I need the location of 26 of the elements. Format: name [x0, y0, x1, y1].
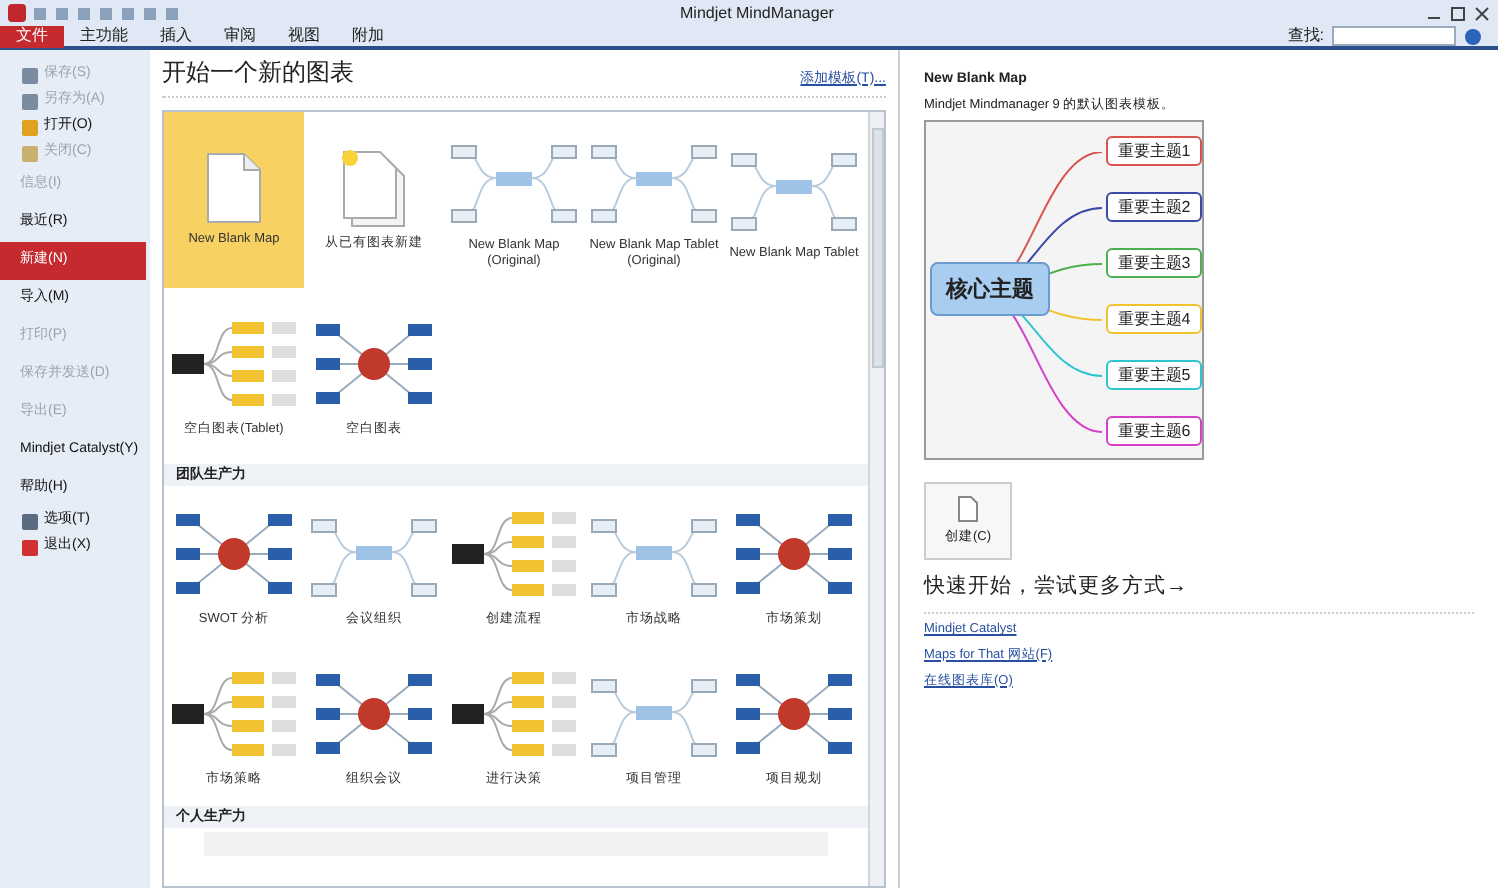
main-topic: 重要主题4: [1106, 304, 1202, 335]
search-label: 查找:: [1287, 24, 1324, 48]
window-title: Mindjet MindManager: [680, 1, 834, 25]
scrollbar[interactable]: [868, 112, 884, 886]
main-topic: 重要主题1: [1106, 136, 1202, 167]
document-icon: [958, 495, 978, 522]
ribbon-tab[interactable]: 文件: [0, 24, 64, 48]
quick-start-heading: 快速开始，尝试更多方式→: [924, 572, 1474, 614]
app-logo-icon: [8, 4, 26, 22]
ribbon-tab[interactable]: 审阅: [208, 24, 272, 48]
ribbon-tab[interactable]: 视图: [272, 24, 336, 48]
documents-icon: [340, 148, 408, 228]
main-topic: 重要主题6: [1106, 416, 1202, 447]
main-topic: 重要主题3: [1106, 248, 1202, 279]
ribbon-tab[interactable]: 附加: [336, 24, 400, 48]
close-icon[interactable]: [1474, 5, 1490, 21]
ribbon-tab[interactable]: 主功能: [64, 24, 144, 48]
ribbon-tab[interactable]: 插入: [144, 24, 208, 48]
main-topic: 重要主题5: [1106, 360, 1202, 391]
document-icon: [206, 152, 262, 224]
maximize-icon[interactable]: [1450, 5, 1466, 21]
central-topic: 核心主题: [930, 262, 1050, 317]
main-topic: 重要主题2: [1106, 192, 1202, 223]
gallery-title: 开始一个新的图表: [162, 56, 354, 90]
help-icon[interactable]: [1464, 27, 1482, 45]
search-field[interactable]: [1332, 26, 1456, 46]
